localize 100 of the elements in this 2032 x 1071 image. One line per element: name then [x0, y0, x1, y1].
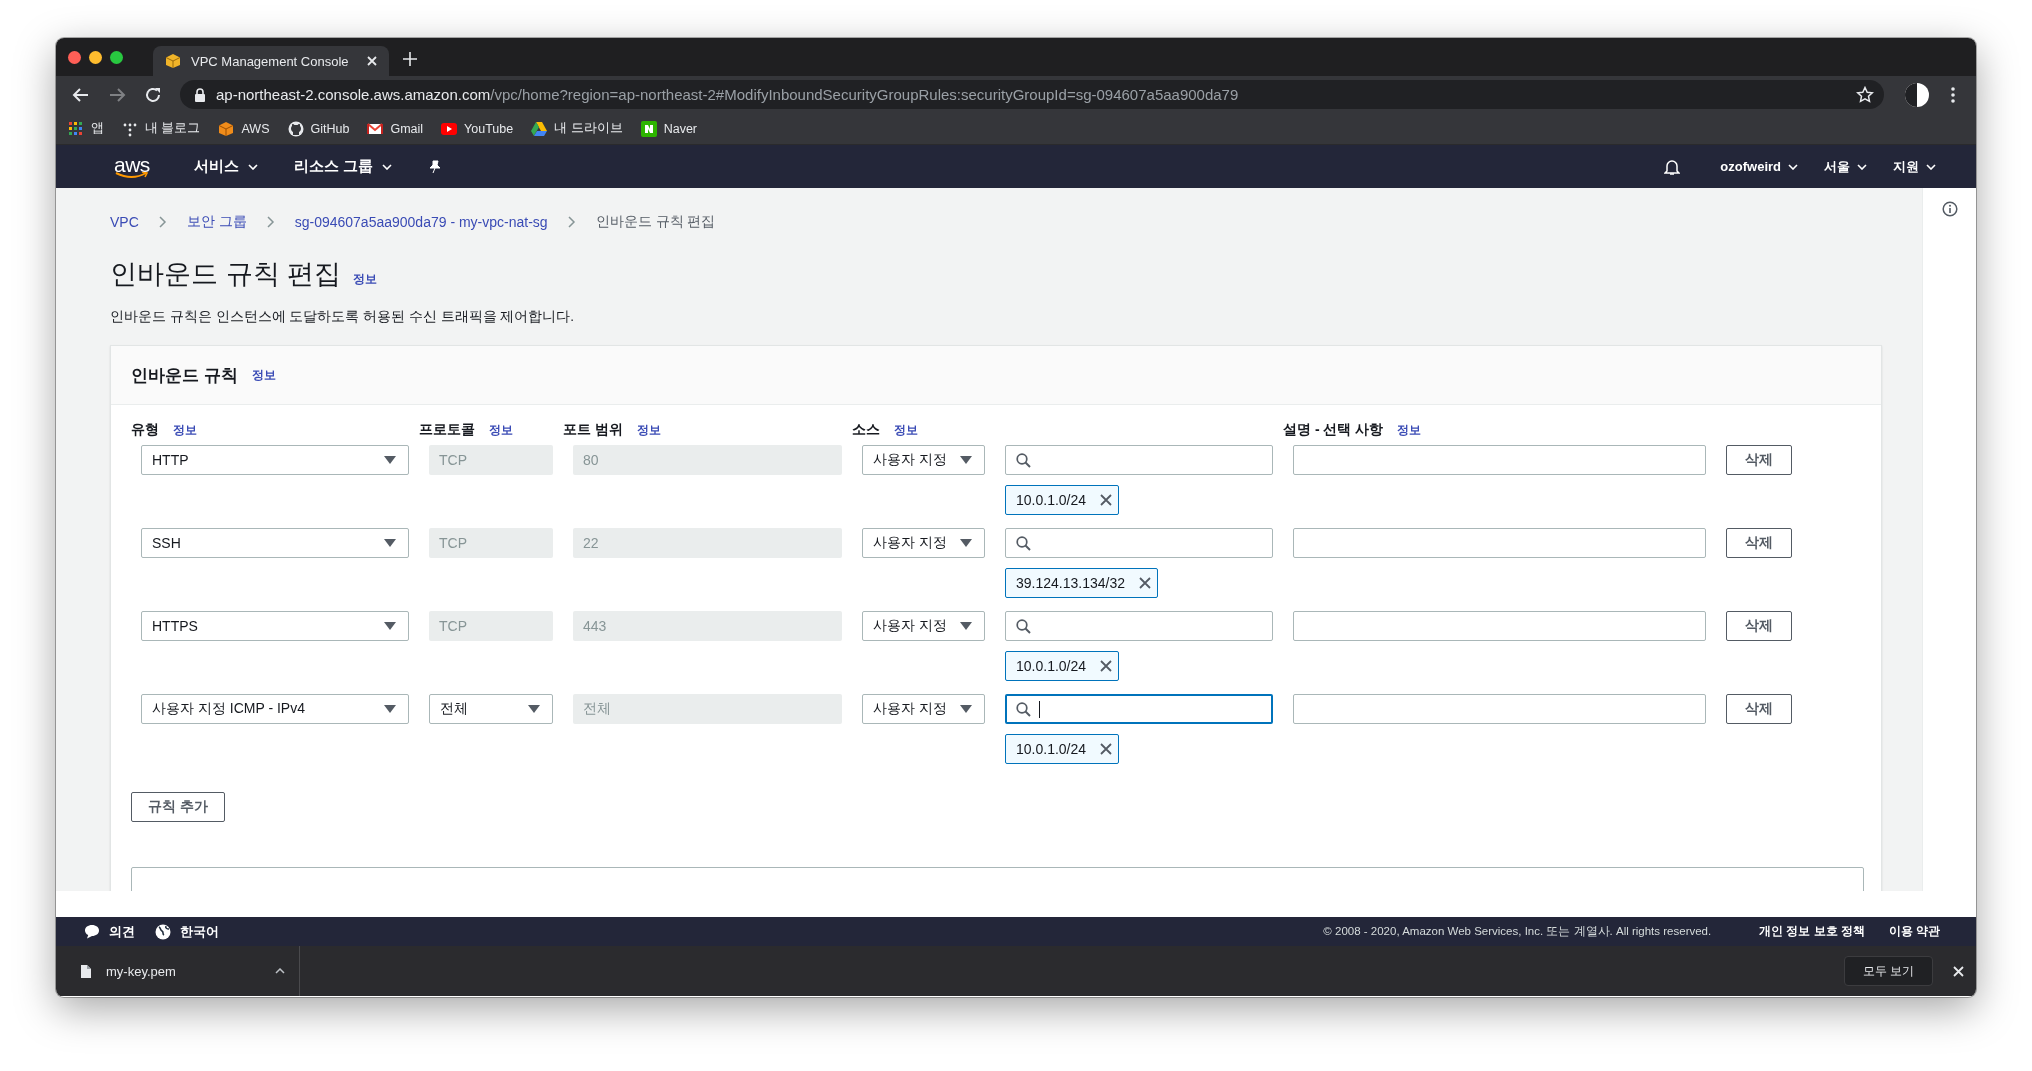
caret-icon — [384, 456, 396, 464]
notifications-button[interactable] — [1664, 157, 1681, 176]
search-field[interactable] — [1005, 445, 1273, 475]
caret-icon — [247, 163, 258, 170]
bookmark-link[interactable]: 내 드라이브 — [531, 120, 623, 137]
delete-button[interactable]: 삭제 — [1726, 611, 1792, 641]
type-dropdown[interactable]: HTTP — [141, 445, 409, 475]
footer-link[interactable]: 개인 정보 보호 정책 — [1759, 924, 1865, 939]
bookmark-link[interactable]: Naver — [640, 120, 697, 137]
caret-icon — [960, 705, 972, 713]
address-field[interactable]: ap-northeast-2.console.aws.amazon.com/vpc/home?region=ap-northeast-2#ModifyInboundSecurityGroupRules:securityGroupId=sg-094607a5aa900da79 — [180, 80, 1884, 109]
info-icon[interactable] — [1941, 201, 1958, 217]
zoom-window-button[interactable] — [110, 50, 123, 64]
protocol-field: TCP — [429, 445, 553, 475]
caret-icon — [381, 163, 392, 170]
source-dropdown[interactable]: 사용자 지정 — [862, 445, 985, 475]
search-icon — [1016, 535, 1031, 551]
close-window-button[interactable] — [68, 50, 81, 64]
type-dropdown[interactable]: 사용자 지정 ICMP - IPv4 — [141, 694, 409, 724]
language-link[interactable]: 한국어 — [155, 922, 219, 941]
aws-logo[interactable]: aws — [114, 153, 150, 180]
search-field[interactable] — [1005, 528, 1273, 558]
caret-icon — [384, 705, 396, 713]
protocol-field: TCP — [429, 528, 553, 558]
chevron-right-icon — [266, 216, 275, 228]
type-dropdown[interactable]: HTTPS — [141, 611, 409, 641]
search-field[interactable] — [1005, 694, 1273, 724]
remove-button[interactable] — [1100, 494, 1113, 506]
info-link[interactable]: 정보 — [353, 272, 377, 287]
bookmark-link[interactable]: 앱 — [68, 120, 104, 137]
breadcrumb-link[interactable]: VPC — [110, 214, 139, 230]
nav-menu[interactable]: 서비스 — [193, 157, 258, 176]
info-link[interactable]: 정보 — [894, 423, 918, 438]
breadcrumb-current: 인바운드 규칙 편집 — [595, 213, 716, 231]
search-field[interactable] — [1005, 611, 1273, 641]
caret-icon — [384, 622, 396, 630]
info-link[interactable]: 정보 — [251, 367, 276, 383]
bookmark-link[interactable]: Gmail — [367, 120, 424, 137]
profile-avatar-icon[interactable] — [1904, 81, 1930, 108]
remove-button[interactable] — [1100, 660, 1113, 672]
bookmark-star-button[interactable] — [1856, 85, 1874, 104]
delete-button[interactable]: 삭제 — [1726, 694, 1792, 724]
description-field[interactable] — [1293, 611, 1706, 641]
apps-grid-icon — [68, 120, 84, 137]
column-label: 포트 범위 — [563, 421, 623, 439]
bookmark-link[interactable]: 내 블로그 — [122, 120, 201, 137]
source-dropdown[interactable]: 사용자 지정 — [862, 694, 985, 724]
nav-menu[interactable]: ozofweird — [1720, 159, 1798, 174]
description-field[interactable] — [1293, 445, 1706, 475]
delete-button[interactable]: 삭제 — [1726, 445, 1792, 475]
minimize-window-button[interactable] — [89, 50, 102, 64]
source-dropdown[interactable]: 사용자 지정 — [862, 528, 985, 558]
cube-icon — [165, 53, 181, 69]
search-icon — [1016, 452, 1031, 468]
new-tab-button[interactable] — [403, 52, 417, 66]
page-title: 인바운드 규칙 편집 — [110, 258, 341, 291]
reload-icon — [144, 85, 162, 104]
protocol-dropdown[interactable]: 전체 — [429, 694, 553, 724]
browser-tab[interactable]: VPC Management Console — [153, 46, 389, 76]
bookmark-link[interactable]: YouTube — [441, 120, 514, 137]
close-button[interactable] — [1953, 965, 1964, 977]
port-range-field: 전체 — [573, 694, 842, 724]
nav-menu[interactable]: 지원 — [1893, 157, 1936, 176]
port-range-field: 22 — [573, 528, 842, 558]
cat-logo-icon — [287, 120, 304, 137]
arrow-left-icon — [72, 85, 90, 104]
nav-menu[interactable]: 서울 — [1824, 157, 1867, 176]
bookmark-link[interactable]: AWS — [218, 120, 270, 137]
remove-button[interactable] — [1100, 743, 1113, 755]
add-rule-button[interactable]: 규칙 추가 — [131, 792, 225, 822]
panel-title: 인바운드 규칙 — [131, 364, 238, 387]
breadcrumb-link[interactable]: 보안 그룹 — [186, 213, 247, 231]
description-field[interactable] — [1293, 528, 1706, 558]
delete-button[interactable]: 삭제 — [1726, 528, 1792, 558]
caret-icon — [960, 539, 972, 547]
pin-button[interactable] — [427, 159, 442, 174]
info-link[interactable]: 정보 — [1397, 423, 1422, 438]
caret-icon — [960, 456, 972, 464]
breadcrumb-link[interactable]: sg-094607a5aa900da79 - my-vpc-nat-sg — [294, 214, 548, 230]
caret-icon — [384, 539, 396, 547]
close-tab-button[interactable] — [367, 54, 377, 68]
letter-n-icon — [640, 120, 657, 137]
footer-link[interactable]: 이용 약관 — [1888, 924, 1940, 939]
show-all-button[interactable]: 모두 보기 — [1843, 956, 1933, 986]
feedback-link[interactable]: 의견 — [84, 922, 135, 941]
info-link[interactable]: 정보 — [173, 423, 197, 438]
download-item[interactable]: my-key.pem — [80, 946, 300, 996]
caret-icon — [960, 622, 972, 630]
ip-address-text: 10.0.1.0/24 — [1016, 492, 1087, 508]
nav-menu[interactable]: 리소스 그룹 — [293, 157, 392, 176]
type-dropdown[interactable]: SSH — [141, 528, 409, 558]
info-link[interactable]: 정보 — [636, 423, 661, 438]
caret-icon — [1788, 163, 1798, 170]
remove-button[interactable] — [1139, 577, 1151, 589]
envelope-icon — [367, 120, 384, 137]
info-link[interactable]: 정보 — [489, 423, 513, 438]
protocol-field: TCP — [429, 611, 553, 641]
description-field[interactable] — [1293, 694, 1706, 724]
source-dropdown[interactable]: 사용자 지정 — [862, 611, 985, 641]
bookmark-link[interactable]: GitHub — [287, 120, 350, 137]
